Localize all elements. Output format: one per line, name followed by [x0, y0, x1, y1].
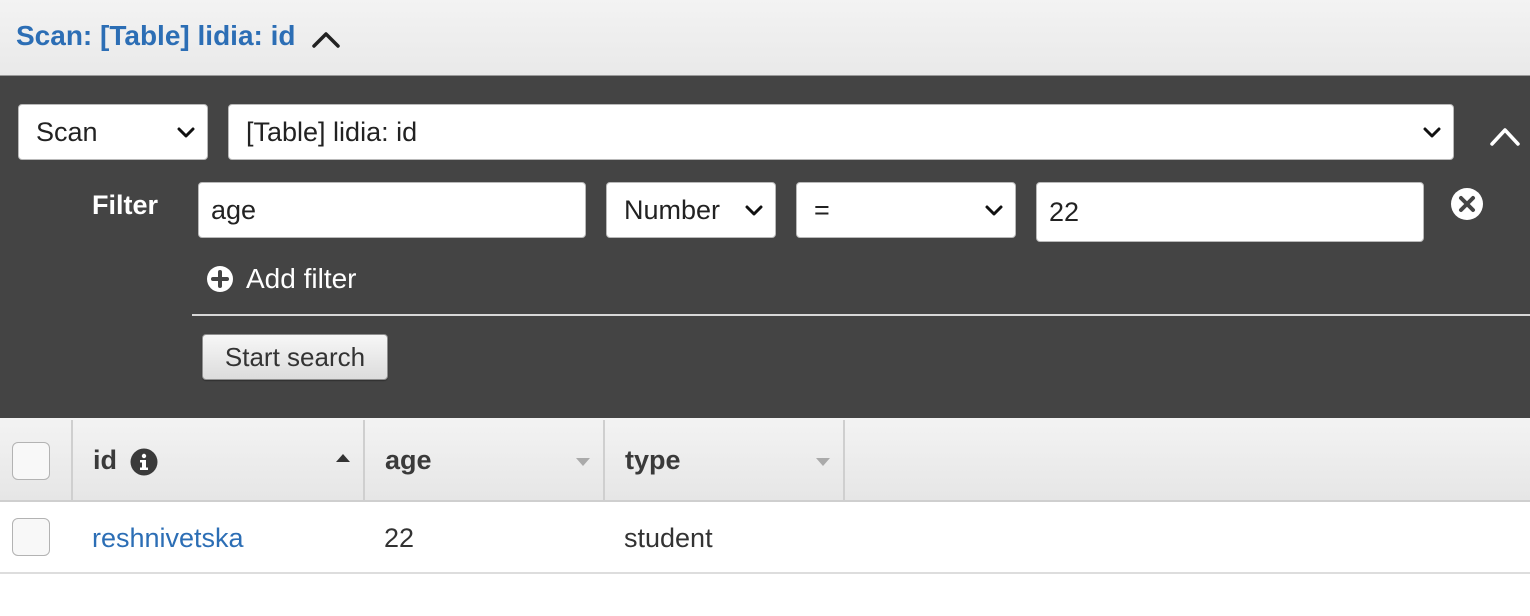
chevron-down-icon [985, 205, 1003, 216]
table-row[interactable]: reshnivetska 22 student [0, 502, 1530, 574]
remove-filter-icon[interactable] [1450, 187, 1484, 221]
chevron-down-icon [745, 205, 763, 216]
add-filter-label: Add filter [246, 263, 357, 294]
column-header-age-label: age [385, 445, 432, 475]
filter-operator-select[interactable]: = [796, 182, 1016, 238]
filter-value-input[interactable]: 22 [1036, 182, 1424, 242]
operation-select[interactable]: Scan [18, 104, 208, 160]
info-icon[interactable] [130, 448, 158, 476]
column-header-age[interactable]: age [365, 418, 603, 502]
filter-type-select[interactable]: Number [606, 182, 776, 238]
column-divider [843, 420, 845, 500]
sort-icon [816, 458, 830, 466]
sort-icon [576, 458, 590, 466]
column-header-id[interactable]: id [73, 418, 363, 502]
column-header-id-label: id [93, 445, 117, 475]
cell-age: 22 [384, 523, 415, 553]
column-header-type-label: type [625, 445, 681, 475]
sort-ascending-icon [336, 454, 350, 462]
chevron-up-icon[interactable] [310, 24, 342, 56]
cell-type: student [624, 523, 713, 553]
divider [192, 314, 1530, 316]
operation-select-value: Scan [36, 116, 98, 147]
table-index-select[interactable]: [Table] lidia: id [228, 104, 1454, 160]
results-header: Scan: [Table] lidia: id [0, 0, 1530, 76]
add-filter-button[interactable]: Add filter [206, 262, 357, 296]
column-header-type[interactable]: type [605, 418, 843, 502]
filter-operator-value: = [814, 194, 830, 225]
results-title[interactable]: Scan: [Table] lidia: id [16, 20, 296, 52]
query-panel: Scan [Table] lidia: id Filter age Number… [0, 76, 1530, 418]
start-search-button[interactable]: Start search [202, 334, 388, 380]
chevron-down-icon [1423, 127, 1441, 138]
plus-circle-icon [207, 266, 233, 292]
filter-attribute-input[interactable]: age [198, 182, 586, 238]
chevron-down-icon [177, 127, 195, 138]
filter-label: Filter [92, 190, 159, 220]
table-index-select-value: [Table] lidia: id [246, 116, 418, 147]
select-all-checkbox[interactable] [12, 442, 50, 480]
table-header: id age type [0, 418, 1530, 502]
filter-type-value: Number [624, 194, 721, 225]
filter-value-text: 22 [1049, 196, 1080, 227]
row-checkbox[interactable] [12, 518, 50, 556]
collapse-panel-icon[interactable] [1488, 120, 1522, 150]
filter-attribute-value: age [211, 194, 257, 225]
cell-id[interactable]: reshnivetska [92, 523, 244, 554]
